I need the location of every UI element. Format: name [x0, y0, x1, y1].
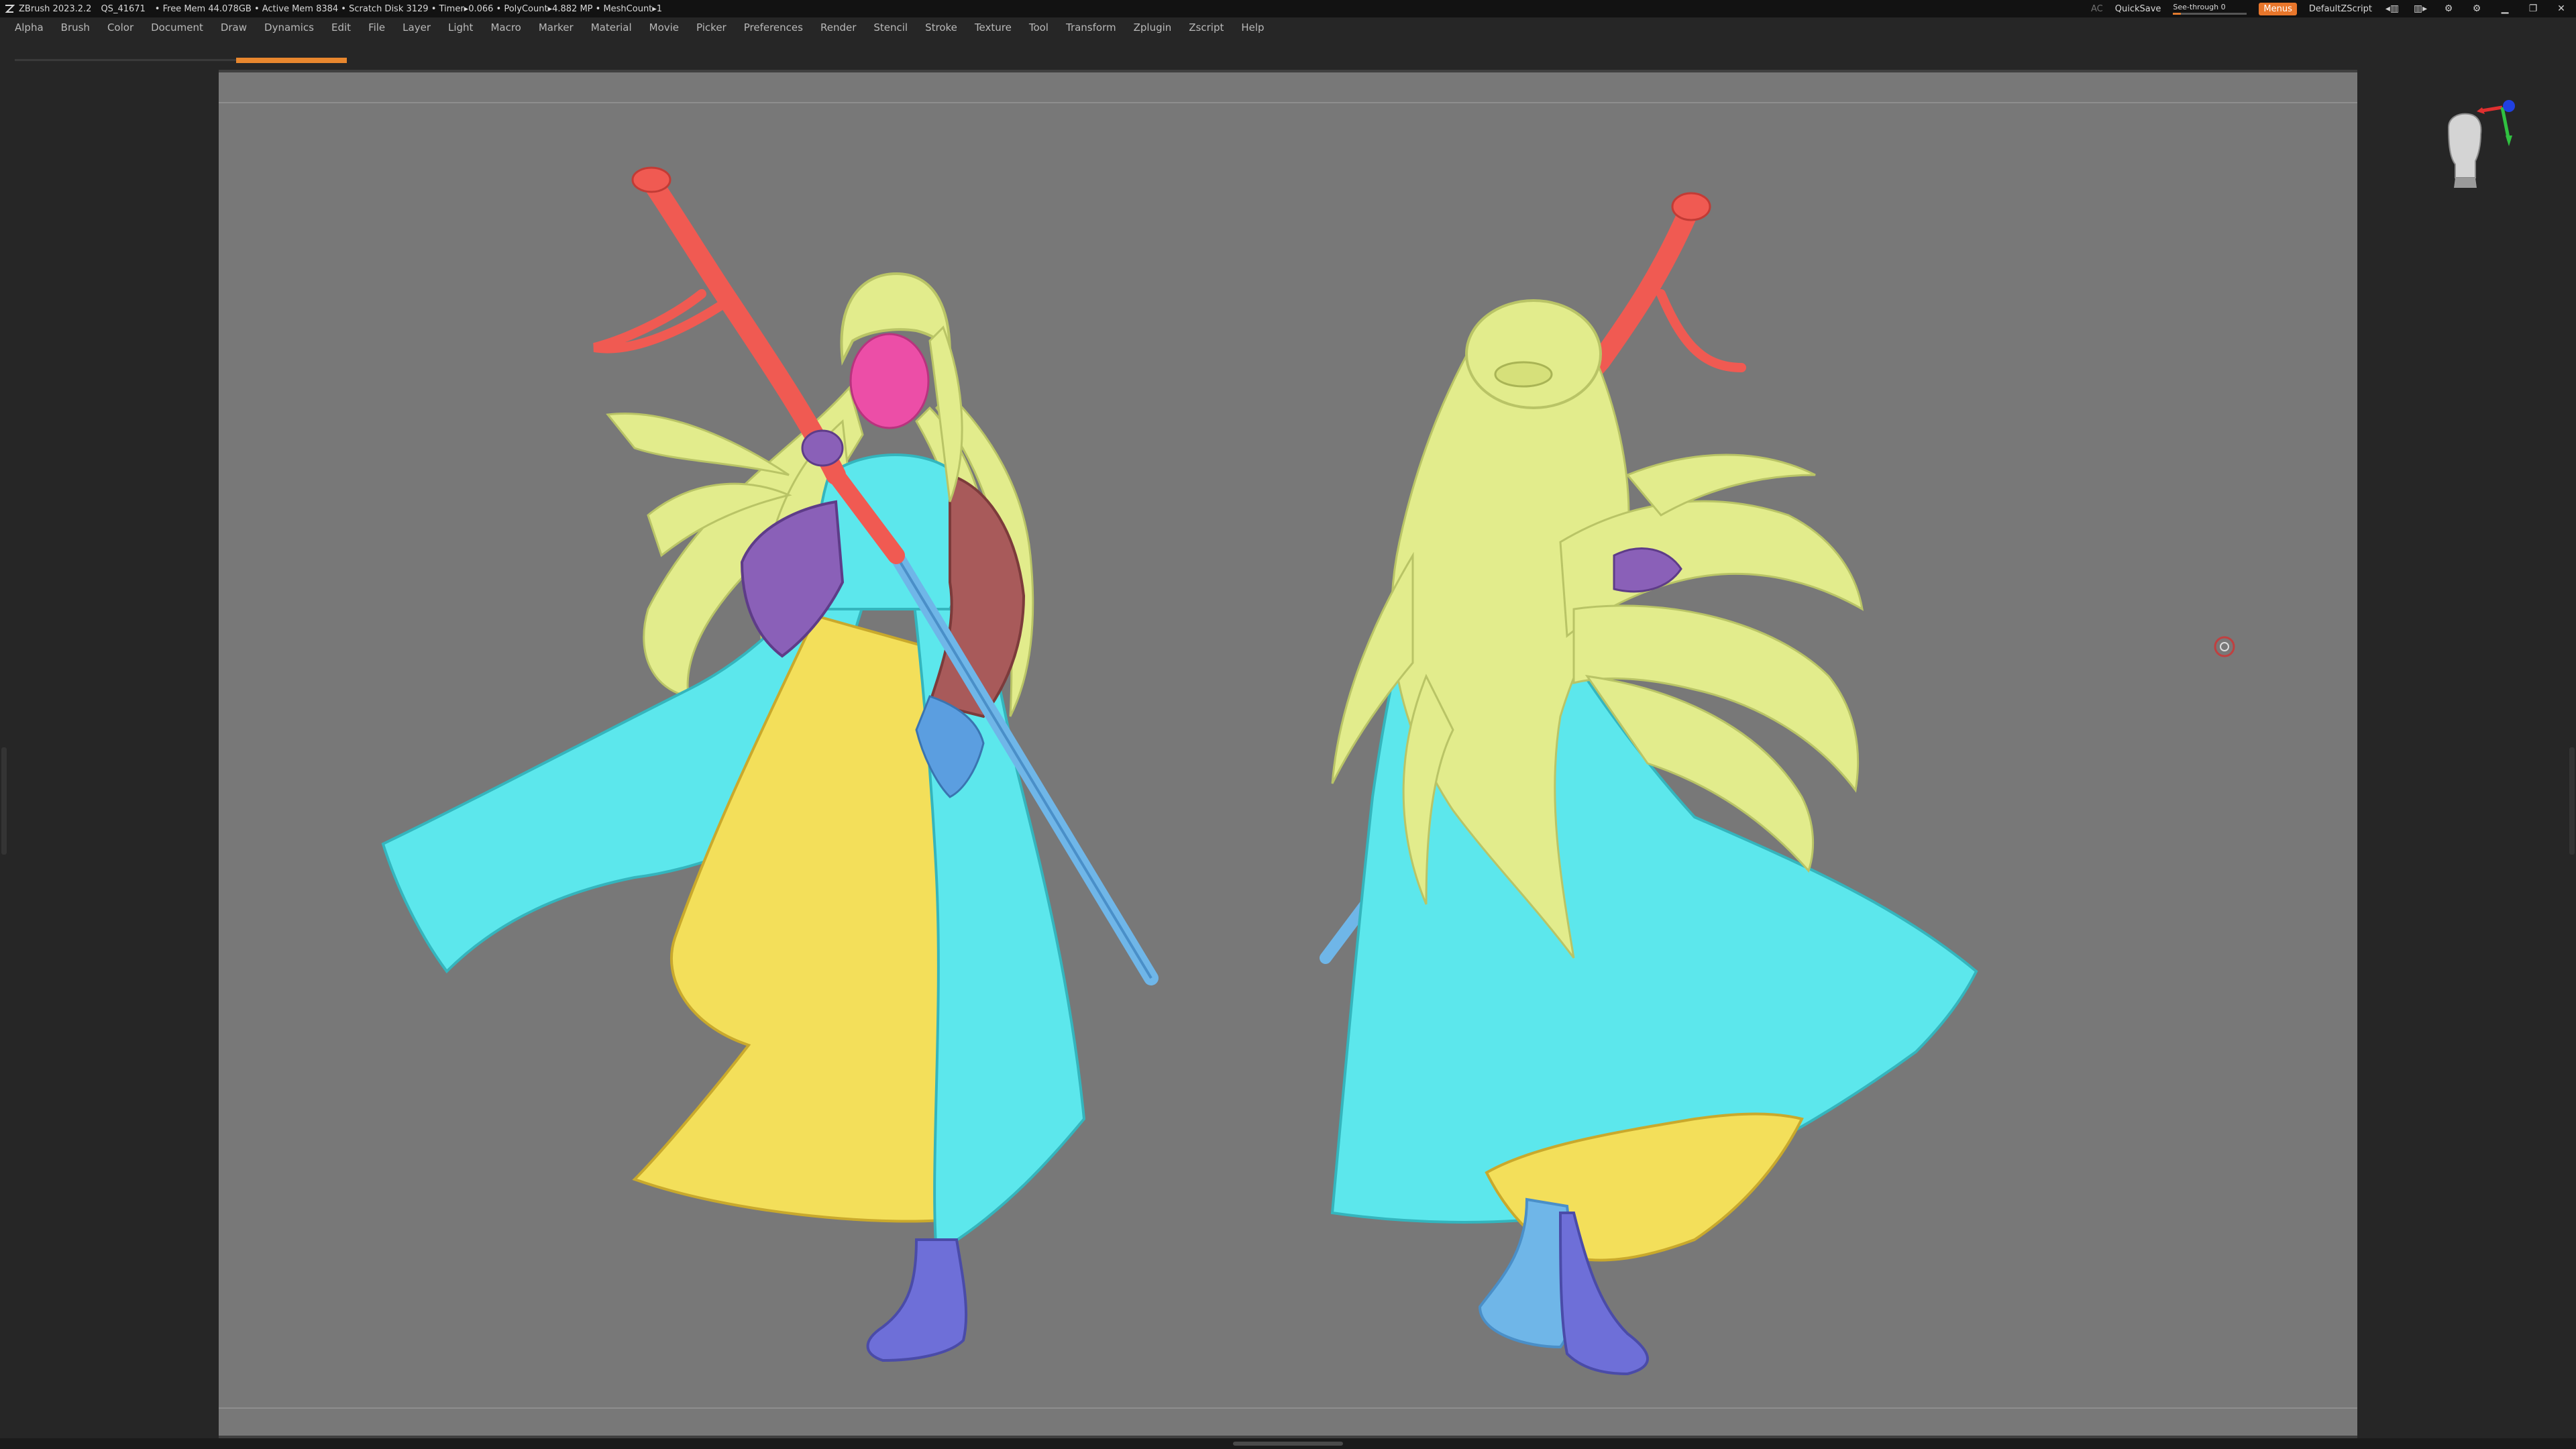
menu-help[interactable]: Help: [1241, 21, 1264, 34]
menu-movie[interactable]: Movie: [649, 21, 679, 34]
top-shelf: [0, 38, 2576, 70]
back-hair-crown: [1465, 299, 1602, 409]
minimize-icon[interactable]: ▁: [2497, 3, 2513, 14]
zbrush-logo-icon: [5, 5, 15, 13]
right-tray-handle[interactable]: [2569, 747, 2575, 855]
back-hair-ornament: [1494, 361, 1553, 388]
menu-light[interactable]: Light: [448, 21, 473, 34]
see-through-track[interactable]: [2173, 13, 2247, 15]
menu-brush[interactable]: Brush: [61, 21, 90, 34]
palette-icon[interactable]: ⚙: [2469, 3, 2485, 14]
back-figure: [1320, 192, 1978, 1376]
see-through-fill: [2173, 13, 2182, 15]
navigation-gizmo-head-icon[interactable]: [2428, 94, 2536, 215]
menu-draw[interactable]: Draw: [221, 21, 247, 34]
ui-layout-icon[interactable]: ⚙: [2440, 3, 2457, 14]
left-tray: [0, 70, 219, 1438]
back-staff-tip: [1671, 192, 1711, 221]
menu-transform[interactable]: Transform: [1066, 21, 1116, 34]
bottom-tray-handle[interactable]: [1233, 1442, 1343, 1446]
title-bar-controls: AC QuickSave See-through 0 Menus Default…: [2079, 0, 2569, 17]
menu-document[interactable]: Document: [151, 21, 203, 34]
bottom-bar: [0, 1438, 2576, 1449]
menus-button[interactable]: Menus: [2259, 2, 2297, 15]
title-bar: ZBrush 2023.2.2 QS_41671 • Free Mem 44.0…: [0, 0, 2576, 17]
front-figure: [381, 166, 1159, 1362]
menu-file[interactable]: File: [368, 21, 385, 34]
menu-alpha[interactable]: Alpha: [15, 21, 44, 34]
left-tray-handle[interactable]: [1, 747, 7, 855]
menu-picker[interactable]: Picker: [696, 21, 727, 34]
menu-dynamics[interactable]: Dynamics: [264, 21, 314, 34]
menu-color[interactable]: Color: [107, 21, 133, 34]
menu-edit[interactable]: Edit: [331, 21, 351, 34]
menu-stencil[interactable]: Stencil: [873, 21, 908, 34]
layout-right-icon[interactable]: ▥▸: [2412, 3, 2428, 14]
menu-zscript[interactable]: Zscript: [1189, 21, 1224, 34]
shelf-tab-underline: [15, 59, 236, 61]
viewport-canvas[interactable]: [219, 72, 2357, 1436]
front-face: [849, 333, 930, 429]
back-staff-ribbon: [1656, 289, 1746, 372]
menu-material[interactable]: Material: [591, 21, 632, 34]
default-zscript-button[interactable]: DefaultZScript: [2309, 4, 2372, 14]
front-boot: [866, 1238, 968, 1362]
layout-left-icon[interactable]: ◂▥: [2384, 3, 2400, 14]
close-icon[interactable]: ✕: [2553, 3, 2569, 14]
menu-render[interactable]: Render: [820, 21, 856, 34]
app-title: ZBrush 2023.2.2: [19, 3, 92, 14]
menu-layer[interactable]: Layer: [402, 21, 431, 34]
ac-toggle[interactable]: AC: [2091, 4, 2103, 14]
menu-bar: Alpha Brush Color Document Draw Dynamics…: [0, 17, 2576, 38]
menu-macro[interactable]: Macro: [490, 21, 521, 34]
rotate-cursor-icon: [2214, 636, 2235, 657]
front-staff-ribbon: [593, 289, 733, 354]
quicksave-button[interactable]: QuickSave: [2115, 4, 2161, 14]
right-tray: [2357, 70, 2576, 1438]
menu-texture[interactable]: Texture: [975, 21, 1012, 34]
menu-zplugin[interactable]: Zplugin: [1134, 21, 1172, 34]
see-through-slider[interactable]: See-through 0: [2173, 3, 2247, 15]
document-frame: [219, 70, 2357, 1438]
front-staff-tip: [631, 166, 672, 193]
memory-stats: • Free Mem 44.078GB • Active Mem 8384 • …: [154, 3, 663, 14]
restore-icon[interactable]: ❐: [2525, 3, 2541, 14]
document-id: QS_41671: [101, 3, 146, 14]
front-hand-left: [801, 429, 844, 467]
shelf-active-tab[interactable]: [236, 58, 347, 63]
menu-preferences[interactable]: Preferences: [744, 21, 803, 34]
menu-tool[interactable]: Tool: [1029, 21, 1049, 34]
menu-stroke[interactable]: Stroke: [925, 21, 957, 34]
sculpt-render: [381, 166, 2235, 1376]
menu-marker[interactable]: Marker: [539, 21, 574, 34]
see-through-label: See-through 0: [2173, 3, 2226, 11]
